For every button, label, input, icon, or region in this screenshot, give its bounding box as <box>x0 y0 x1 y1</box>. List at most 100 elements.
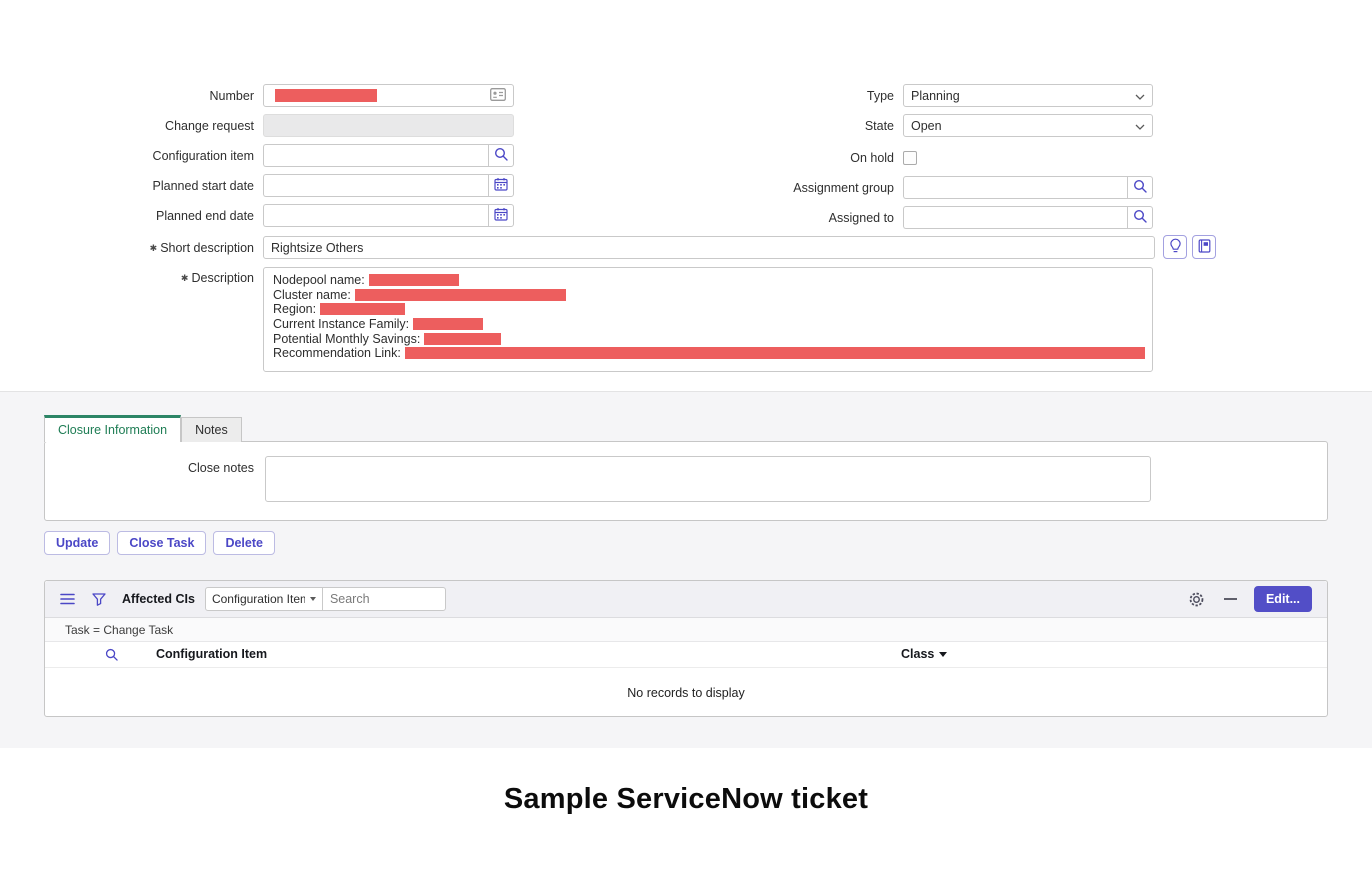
state-field-row: State Open <box>640 114 1153 137</box>
chevron-down-icon <box>1135 119 1145 133</box>
close-notes-label: Close notes <box>0 461 263 475</box>
change-request-field-row: Change request <box>0 114 514 137</box>
description-line: Current Instance Family: <box>273 317 1143 332</box>
description-line: Region: <box>273 302 1143 317</box>
planned-start-date-label: Planned start date <box>0 179 263 193</box>
close-notes-textarea[interactable] <box>265 456 1151 502</box>
type-label: Type <box>640 89 903 103</box>
breadcrumb[interactable]: Task = Change Task <box>65 623 173 637</box>
planned-end-date-picker-button[interactable] <box>488 204 514 227</box>
redaction-bar <box>405 347 1145 359</box>
close-task-button[interactable]: Close Task <box>117 531 206 555</box>
short-description-field-row: ✱Short description <box>0 236 1155 259</box>
redaction-bar <box>275 89 377 102</box>
column-header-class[interactable]: Class <box>901 647 947 661</box>
on-hold-checkbox[interactable] <box>903 151 917 165</box>
affected-cis-title: Affected CIs <box>122 592 195 606</box>
form-action-bar: Update Close Task Delete <box>44 531 275 555</box>
description-line: Nodepool name: <box>273 273 1143 288</box>
tab-closure-information[interactable]: Closure Information <box>44 415 181 442</box>
servicenow-ticket-page: Number Change request Configuration item… <box>0 0 1372 890</box>
description-line: Recommendation Link: <box>273 346 1143 361</box>
chevron-down-icon <box>310 597 316 601</box>
list-breadcrumb-row: Task = Change Task <box>45 618 1327 642</box>
search-icon <box>1133 179 1147 196</box>
description-label: Description <box>191 271 254 285</box>
planned-end-date-field-row: Planned end date <box>0 204 514 227</box>
planned-start-date-field-row: Planned start date <box>0 174 514 197</box>
description-label-row: ✱Description <box>0 271 263 294</box>
required-marker: ✱ <box>150 243 158 253</box>
number-field-row: Number <box>0 84 514 107</box>
on-hold-field-row: On hold <box>640 146 917 169</box>
lightbulb-icon <box>1169 238 1182 257</box>
list-search-group: Configuration Item ( <box>205 587 446 611</box>
assigned-to-input[interactable] <box>903 206 1127 229</box>
minimize-icon[interactable] <box>1224 598 1237 600</box>
planned-end-date-label: Planned end date <box>0 209 263 223</box>
assigned-to-label: Assigned to <box>640 211 903 225</box>
number-input[interactable] <box>263 84 514 107</box>
description-textarea[interactable]: Nodepool name: Cluster name: Region: Cur… <box>263 267 1153 372</box>
change-request-label: Change request <box>0 119 263 133</box>
short-description-label: Short description <box>160 241 254 255</box>
assigned-to-lookup-button[interactable] <box>1127 206 1153 229</box>
column-header-configuration-item[interactable]: Configuration Item <box>156 647 267 661</box>
search-column-value: Configuration Item ( <box>212 592 305 606</box>
list-menu-icon[interactable] <box>60 593 75 605</box>
edit-button[interactable]: Edit... <box>1254 586 1312 612</box>
configuration-item-field-row: Configuration item <box>0 144 514 167</box>
delete-button[interactable]: Delete <box>213 531 275 555</box>
suggestion-button[interactable] <box>1163 235 1187 259</box>
calendar-icon <box>494 207 508 224</box>
search-icon <box>494 147 508 164</box>
calendar-icon <box>494 177 508 194</box>
state-select[interactable]: Open <box>903 114 1153 137</box>
list-search-input[interactable] <box>322 587 446 611</box>
affected-cis-header: Affected CIs Configuration Item ( Edit..… <box>45 581 1327 618</box>
assignment-group-lookup-button[interactable] <box>1127 176 1153 199</box>
column-search-icon[interactable] <box>105 648 118 664</box>
required-marker: ✱ <box>181 273 189 283</box>
planned-end-date-input[interactable] <box>263 204 488 227</box>
type-select-value: Planning <box>911 89 960 103</box>
update-button[interactable]: Update <box>44 531 110 555</box>
state-label: State <box>640 119 903 133</box>
description-line: Cluster name: <box>273 288 1143 303</box>
page-caption: Sample ServiceNow ticket <box>0 783 1372 816</box>
planned-start-date-picker-button[interactable] <box>488 174 514 197</box>
redaction-bar <box>320 303 405 315</box>
number-label: Number <box>0 89 263 103</box>
assigned-to-field-row: Assigned to <box>640 206 1153 229</box>
chevron-down-icon <box>1135 89 1145 103</box>
redaction-bar <box>369 274 459 286</box>
redaction-bar <box>355 289 566 301</box>
assignment-group-field-row: Assignment group <box>640 176 1153 199</box>
tab-bar: Closure Information Notes <box>44 415 242 442</box>
search-column-select[interactable]: Configuration Item ( <box>205 587 323 611</box>
short-description-input[interactable] <box>263 236 1155 259</box>
filter-funnel-icon[interactable] <box>92 593 106 606</box>
assignment-group-label: Assignment group <box>640 181 903 195</box>
sort-caret-icon <box>939 652 947 657</box>
search-icon <box>1133 209 1147 226</box>
change-request-input <box>263 114 514 137</box>
description-line: Potential Monthly Savings: <box>273 331 1143 346</box>
empty-state-message: No records to display <box>45 668 1327 717</box>
configuration-item-lookup-button[interactable] <box>488 144 514 167</box>
type-select[interactable]: Planning <box>903 84 1153 107</box>
configuration-item-input[interactable] <box>263 144 488 167</box>
planned-start-date-input[interactable] <box>263 174 488 197</box>
book-icon <box>1198 239 1211 256</box>
type-field-row: Type Planning <box>640 84 1153 107</box>
tab-notes[interactable]: Notes <box>181 417 242 442</box>
configuration-item-label: Configuration item <box>0 149 263 163</box>
gear-icon[interactable] <box>1188 591 1205 608</box>
on-hold-label: On hold <box>640 151 903 165</box>
knowledge-search-button[interactable] <box>1192 235 1216 259</box>
contact-card-icon[interactable] <box>490 88 506 104</box>
state-select-value: Open <box>911 119 942 133</box>
assignment-group-input[interactable] <box>903 176 1127 199</box>
affected-cis-list: Affected CIs Configuration Item ( Edit..… <box>44 580 1328 717</box>
list-column-header-row: Configuration Item Class <box>45 642 1327 668</box>
